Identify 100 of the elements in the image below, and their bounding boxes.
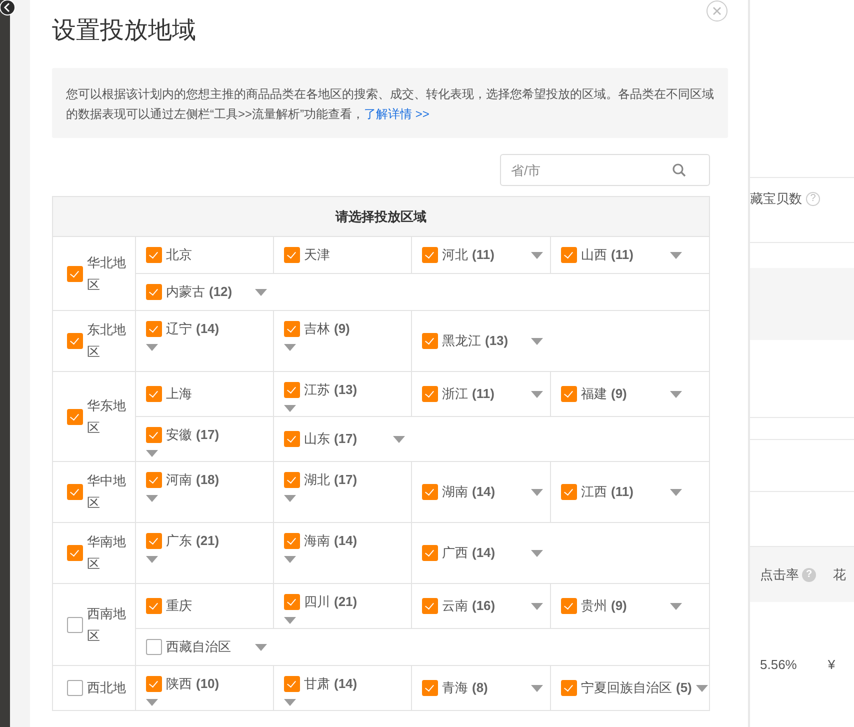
checkbox[interactable] [146,284,162,300]
province-label: 青海 [442,679,468,697]
province-label: 河北 [442,246,468,264]
city-count: (21) [334,593,358,611]
dropdown-caret-icon[interactable] [146,699,158,706]
checkbox[interactable] [284,431,300,447]
checkbox[interactable] [422,545,438,561]
close-icon[interactable] [706,0,728,22]
dropdown-caret-icon[interactable] [670,602,682,610]
checkbox[interactable] [422,247,438,263]
province-label: 贵州 [581,597,607,615]
details-link[interactable]: 了解详情 >> [364,107,430,121]
checkbox[interactable] [561,247,577,263]
city-count: (16) [472,597,496,615]
city-count: (11) [611,483,634,501]
dropdown-caret-icon[interactable] [531,550,543,556]
back-arrow-icon[interactable] [0,0,16,16]
column-header: 藏宝贝数 [750,190,802,208]
region-checkbox[interactable]: 东北地区 [67,319,135,363]
dropdown-caret-icon[interactable] [284,344,296,351]
checkbox[interactable] [146,321,162,337]
dropdown-caret-icon[interactable] [531,338,543,344]
checkbox[interactable] [146,639,162,655]
checkbox[interactable] [146,533,162,549]
city-count: (12) [209,283,232,301]
city-count: (5) [676,679,692,697]
region-checkbox[interactable]: 华中地区 [67,470,135,514]
checkbox[interactable] [561,680,577,696]
checkbox[interactable] [422,484,438,500]
city-count: (17) [196,426,220,444]
city-count: (11) [472,385,494,403]
checkbox[interactable] [146,427,162,443]
search-field[interactable]: 省/市 [500,154,710,186]
dropdown-caret-icon[interactable] [531,602,543,610]
checkbox[interactable] [284,247,300,263]
dropdown-caret-icon[interactable] [531,488,543,496]
dropdown-caret-icon[interactable] [670,390,682,398]
checkbox[interactable] [561,484,577,500]
province-label: 江西 [581,483,607,501]
checkbox[interactable] [422,598,438,614]
dropdown-caret-icon[interactable] [531,252,543,258]
dropdown-caret-icon[interactable] [670,488,682,496]
column-header: 花 [833,566,846,584]
province-label: 安徽 [166,426,192,444]
dropdown-caret-icon[interactable] [284,699,296,706]
dropdown-caret-icon[interactable] [284,617,296,624]
checkbox[interactable] [146,472,162,488]
region-checkbox[interactable]: 华东地区 [67,394,135,438]
dropdown-caret-icon[interactable] [393,436,405,442]
province-label: 山东 [304,430,330,448]
checkbox[interactable] [146,598,162,614]
city-count: (13) [485,332,508,350]
checkbox[interactable] [284,533,300,549]
checkbox[interactable] [146,247,162,263]
checkbox[interactable] [146,676,162,692]
checkbox[interactable] [284,472,300,488]
checkbox[interactable] [284,594,300,610]
dropdown-caret-icon[interactable] [531,390,543,398]
province-label: 辽宁 [166,320,192,338]
province-label: 河南 [166,471,192,489]
city-count: (17) [334,430,358,448]
city-count: (11) [611,246,634,264]
dropdown-caret-icon[interactable] [696,684,708,692]
search-icon[interactable] [672,163,686,177]
province-label: 宁夏回族自治区 [581,679,672,697]
checkbox[interactable] [146,386,162,402]
checkbox[interactable] [284,321,300,337]
region-checkbox[interactable]: 华北地区 [67,252,135,296]
dropdown-caret-icon[interactable] [531,684,543,692]
province-label: 内蒙古 [166,283,205,301]
dropdown-caret-icon[interactable] [284,495,296,502]
region-checkbox[interactable]: 华南地区 [67,531,135,575]
dropdown-caret-icon[interactable] [670,252,682,258]
dropdown-caret-icon[interactable] [146,556,158,563]
checkbox[interactable] [284,676,300,692]
checkbox[interactable] [422,386,438,402]
region-checkbox[interactable]: 西北地 [67,677,135,699]
checkbox[interactable] [561,598,577,614]
city-count: (9) [334,320,350,338]
province-label: 海南 [304,532,330,550]
dropdown-caret-icon[interactable] [255,288,267,296]
province-label: 陕西 [166,675,192,693]
checkbox[interactable] [284,382,300,398]
info-text: 您可以根据该计划内的您想主推的商品品类在各地区的搜索、成交、转化表现，选择您希望投放的区域。各品类在不同区域的数据表现可以通过左侧栏“工具>>流量解析”功能查看，了解详情 >> [66,86,714,123]
province-label: 江苏 [304,381,330,399]
checkbox[interactable] [422,333,438,349]
dropdown-caret-icon[interactable] [146,450,158,457]
table-cell: 5.56% [760,657,797,672]
checkbox[interactable] [422,680,438,696]
dropdown-caret-icon[interactable] [146,344,158,351]
dropdown-caret-icon[interactable] [284,405,296,412]
checkbox[interactable] [561,386,577,402]
dropdown-caret-icon[interactable] [146,495,158,502]
province-label: 四川 [304,593,330,611]
region-checkbox[interactable]: 西南地区 [67,602,135,646]
city-count: (14) [472,483,496,501]
city-count: (9) [611,597,627,615]
dropdown-caret-icon[interactable] [255,644,267,650]
dropdown-caret-icon[interactable] [284,556,296,563]
province-label: 山西 [581,246,607,264]
